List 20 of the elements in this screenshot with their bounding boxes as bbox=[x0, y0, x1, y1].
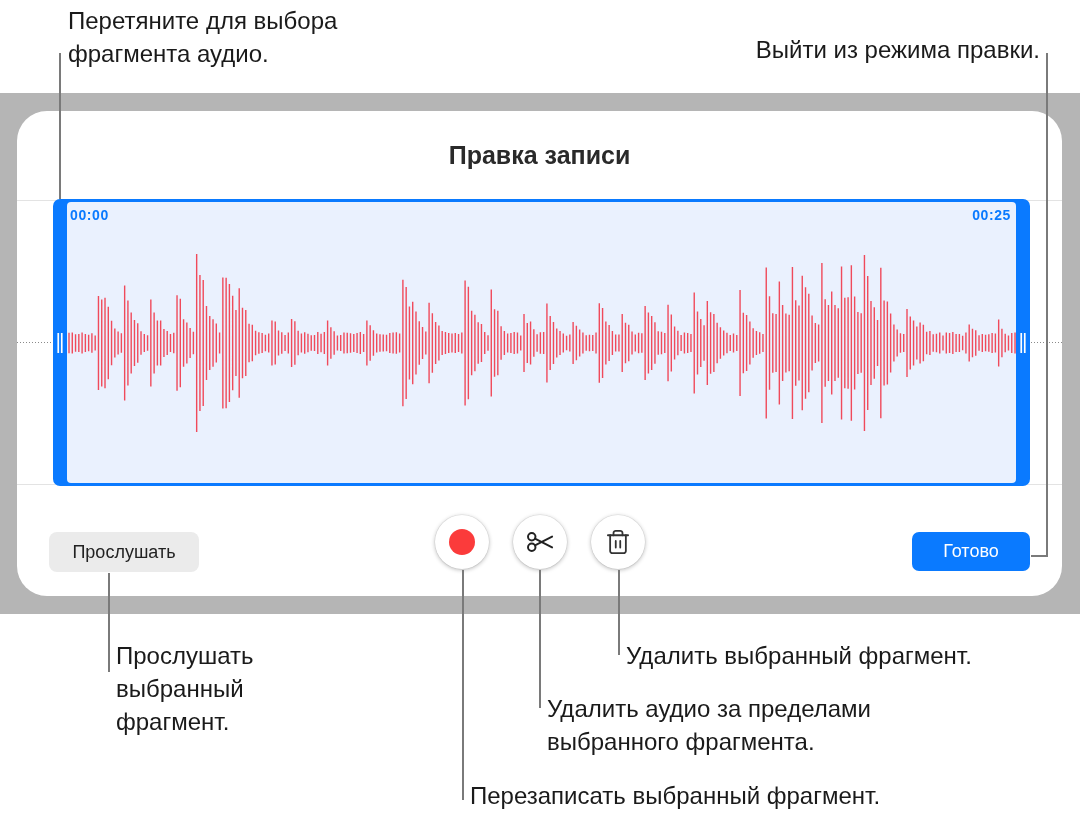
grip-icon[interactable] bbox=[1020, 332, 1026, 353]
scissors-icon bbox=[524, 532, 555, 552]
callout-text: Перетяните для выбора фрагмента аудио. bbox=[68, 6, 338, 69]
trash-icon bbox=[606, 529, 629, 555]
dialog-title: Правка записи bbox=[448, 140, 631, 170]
callout-text: Прослушать выбранный фрагмент. bbox=[116, 641, 254, 737]
scissors-button[interactable] bbox=[512, 515, 567, 569]
done-button[interactable]: Готово bbox=[912, 532, 1030, 571]
callout-text: Перезаписать выбранный фрагмент. bbox=[470, 781, 881, 811]
grip-icon[interactable] bbox=[57, 332, 63, 353]
selection-frame[interactable]: 00:00 00:25 bbox=[53, 199, 1030, 486]
callout-text: Выйти из режима правки. bbox=[755, 35, 1040, 65]
time-label: 00:25 bbox=[972, 207, 1011, 224]
time-label: 00:00 bbox=[70, 207, 109, 224]
trash-button[interactable] bbox=[590, 515, 645, 569]
record-icon bbox=[448, 529, 475, 555]
callout-text: Удалить аудио за пределами выбранного фрагмента. bbox=[547, 694, 871, 757]
callout-text: Удалить выбранный фрагмент. bbox=[626, 641, 972, 671]
play-button[interactable]: Прослушать bbox=[49, 532, 199, 572]
record-button[interactable] bbox=[434, 515, 489, 569]
